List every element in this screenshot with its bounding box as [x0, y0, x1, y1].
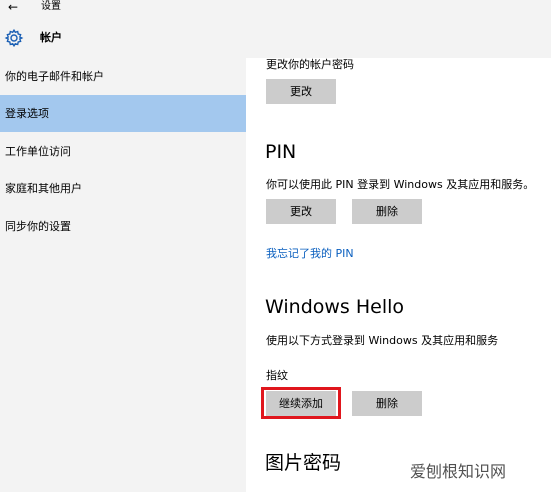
- back-arrow-icon[interactable]: ←: [8, 0, 18, 14]
- sidebar-item-sign-in-options[interactable]: 登录选项: [0, 95, 246, 132]
- pin-heading: PIN: [265, 141, 297, 163]
- gear-icon: [4, 28, 24, 48]
- pin-description: 你可以使用此 PIN 登录到 Windows 及其应用和服务。: [266, 178, 535, 191]
- change-password-button[interactable]: 更改: [266, 79, 336, 104]
- sidebar-item-work-access[interactable]: 工作单位访问: [0, 133, 246, 170]
- window-title: 设置: [41, 1, 61, 12]
- content-pane: [246, 58, 551, 492]
- sidebar-item-family-users[interactable]: 家庭和其他用户: [0, 170, 246, 207]
- watermark-logo: 爱刨根知识网: [410, 462, 507, 481]
- remove-fingerprint-button[interactable]: 删除: [352, 391, 422, 416]
- password-description: 更改你的帐户密码: [266, 58, 354, 71]
- windows-hello-description: 使用以下方式登录到 Windows 及其应用和服务: [266, 334, 499, 347]
- fingerprint-label: 指纹: [266, 369, 288, 382]
- change-pin-button[interactable]: 更改: [266, 199, 336, 224]
- sidebar: 你的电子邮件和帐户 登录选项 工作单位访问 家庭和其他用户 同步你的设置: [0, 58, 246, 492]
- sidebar-item-sync-settings[interactable]: 同步你的设置: [0, 208, 246, 245]
- continue-add-fingerprint-button[interactable]: 继续添加: [266, 391, 336, 416]
- forgot-pin-link[interactable]: 我忘记了我的 PIN: [266, 247, 354, 261]
- picture-password-heading: 图片密码: [265, 452, 342, 474]
- windows-hello-heading: Windows Hello: [265, 296, 405, 318]
- remove-pin-button[interactable]: 删除: [352, 199, 422, 224]
- sidebar-item-email-accounts[interactable]: 你的电子邮件和帐户: [0, 58, 246, 95]
- page-title: 帐户: [40, 31, 62, 44]
- title-bar: ← 设置: [0, 0, 551, 16]
- page-header: 帐户: [0, 16, 551, 58]
